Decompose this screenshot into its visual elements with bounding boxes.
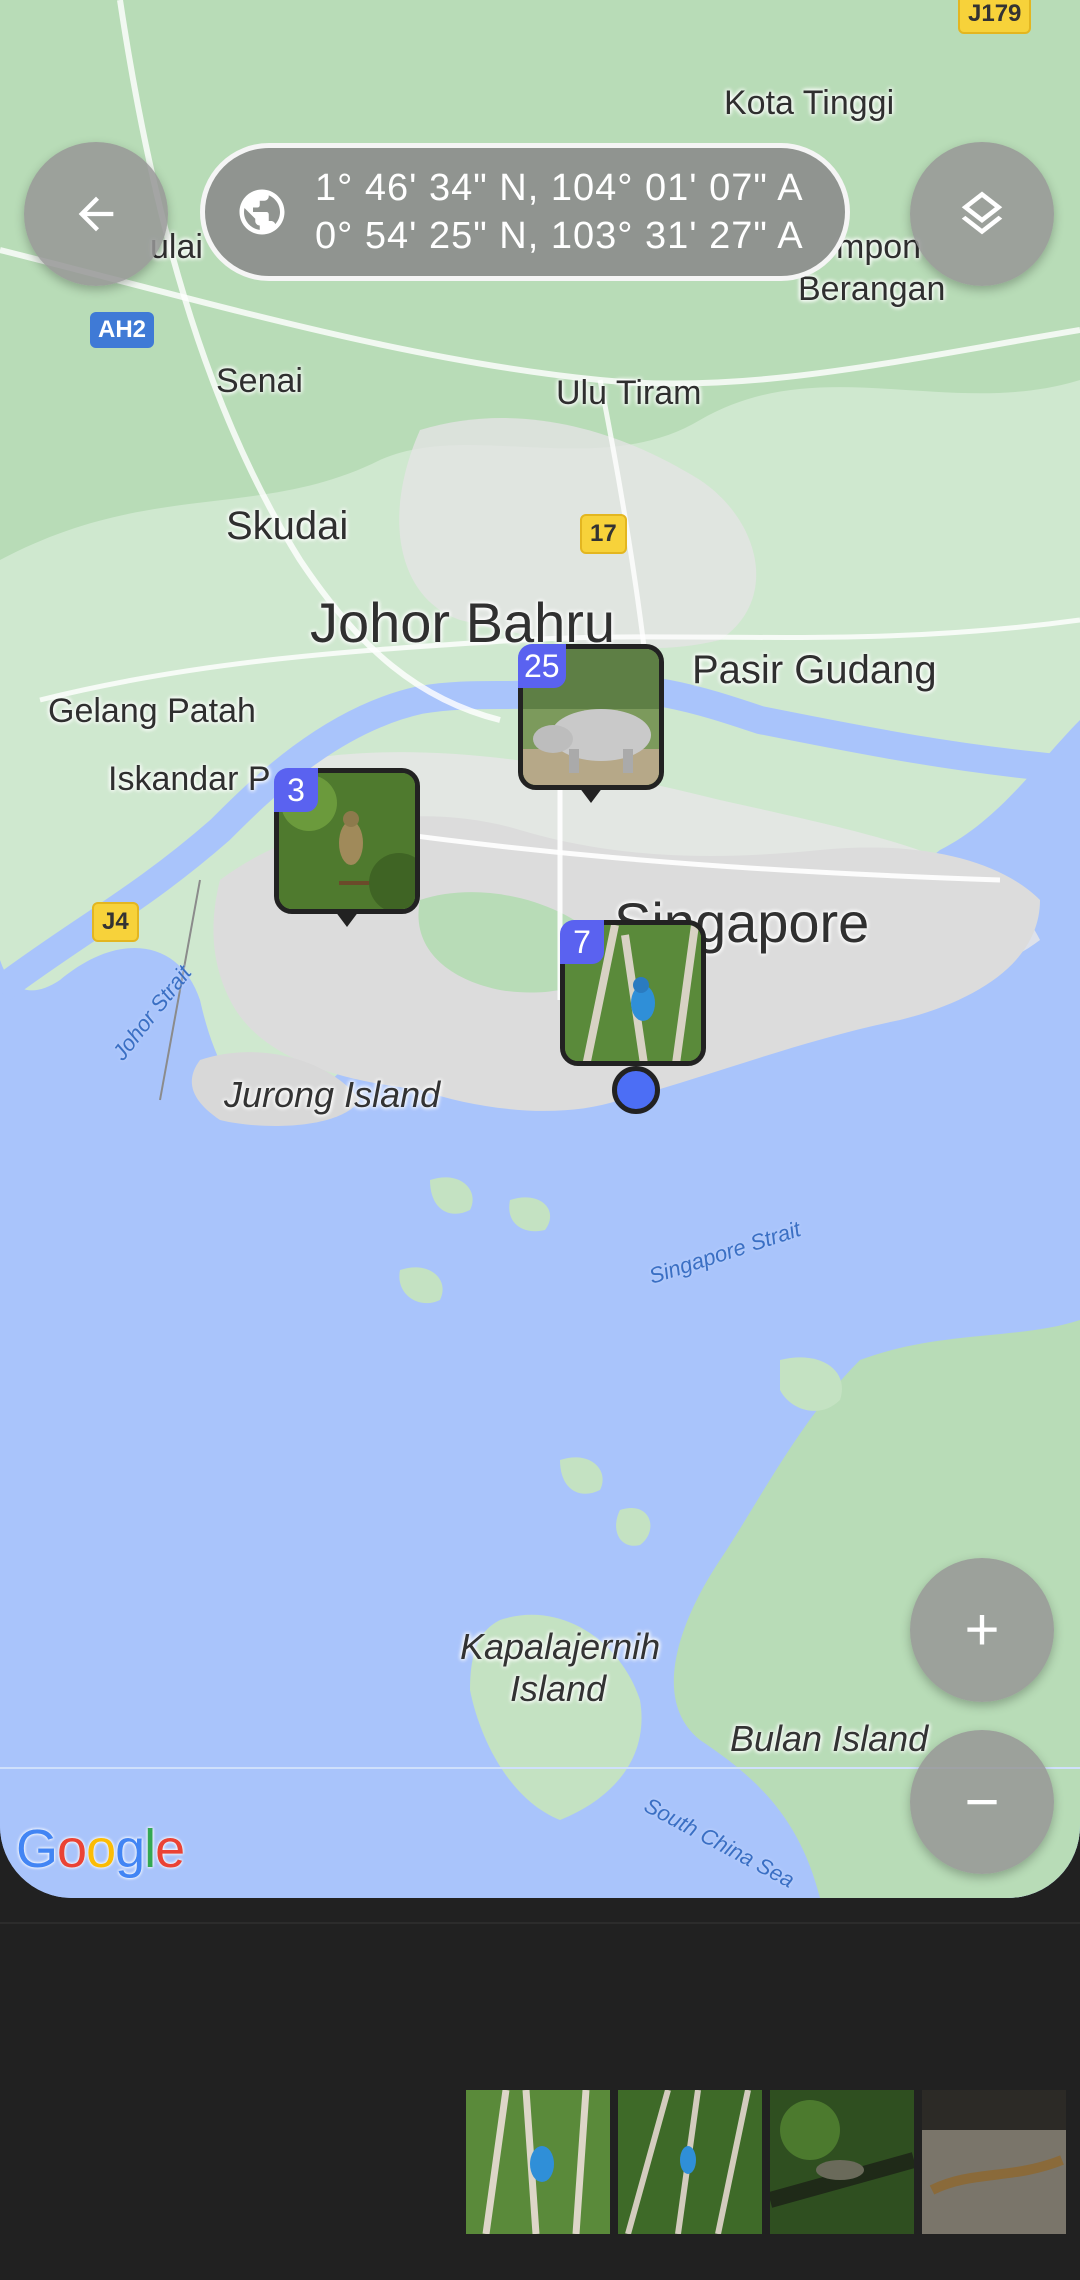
place-kapalajernih: Kapalajernih bbox=[460, 1626, 661, 1667]
zoom-in-button[interactable]: + bbox=[910, 1558, 1054, 1702]
map-layers-button[interactable] bbox=[910, 142, 1054, 286]
road-badge-17: 17 bbox=[580, 514, 627, 554]
cluster-pointer bbox=[335, 911, 359, 927]
cluster-count-badge: 3 bbox=[274, 768, 318, 812]
zoom-out-button[interactable]: − bbox=[910, 1730, 1054, 1874]
road-badge-j4: J4 bbox=[92, 902, 139, 942]
globe-icon bbox=[239, 189, 285, 235]
coordinates-text: 1° 46' 34" N, 104° 01' 07" A 0° 54' 25" … bbox=[315, 164, 804, 260]
layers-icon bbox=[961, 191, 1003, 235]
arrow-left-icon bbox=[78, 196, 114, 232]
photo-thumbnail[interactable] bbox=[922, 2090, 1066, 2234]
place-gelang-patah: Gelang Patah bbox=[48, 692, 256, 730]
road-badge-j179: J179 bbox=[958, 0, 1032, 34]
photo-strip[interactable] bbox=[466, 2090, 1066, 2234]
photo-cluster-rhino[interactable]: 25 bbox=[518, 644, 664, 803]
photo-thumbnail[interactable] bbox=[770, 2090, 914, 2234]
place-skudai: Skudai bbox=[226, 504, 349, 548]
place-jurong-island: Jurong Island bbox=[224, 1074, 441, 1115]
coordinates-chip[interactable]: 1° 46' 34" N, 104° 01' 07" A 0° 54' 25" … bbox=[200, 143, 850, 281]
place-pasir-gudang: Pasir Gudang bbox=[692, 648, 937, 692]
back-button[interactable] bbox=[24, 142, 168, 286]
cluster-count-badge: 25 bbox=[518, 644, 566, 688]
place-ulu-tiram: Ulu Tiram bbox=[556, 374, 702, 412]
place-berangan: Berangan bbox=[798, 270, 946, 308]
divider bbox=[0, 1922, 1080, 1924]
place-iskandar: Iskandar P bbox=[108, 760, 271, 798]
place-kampong: mpon bbox=[836, 228, 922, 266]
photo-thumbnail[interactable] bbox=[618, 2090, 762, 2234]
current-location-marker bbox=[612, 1066, 660, 1114]
plus-icon: + bbox=[964, 1596, 1000, 1663]
coordinates-line-2: 0° 54' 25" N, 103° 31' 27" A bbox=[315, 215, 804, 257]
place-bulan-island: Bulan Island bbox=[730, 1718, 929, 1759]
map-view[interactable]: Kota Tinggi ulai mpon Berangan Senai Ulu… bbox=[0, 0, 1080, 1898]
coordinates-line-1: 1° 46' 34" N, 104° 01' 07" A bbox=[315, 167, 804, 209]
google-attribution: Google bbox=[16, 1819, 185, 1879]
photo-thumbnail[interactable] bbox=[466, 2090, 610, 2234]
cluster-count-badge: 7 bbox=[560, 920, 604, 964]
minus-icon: − bbox=[964, 1768, 1000, 1835]
place-kota-tinggi: Kota Tinggi bbox=[724, 84, 895, 122]
photo-cluster-bird[interactable]: 3 bbox=[274, 768, 420, 927]
road-badge-ah2: AH2 bbox=[90, 312, 155, 348]
place-kapalajernih-island: Island bbox=[510, 1668, 607, 1709]
cluster-pointer bbox=[579, 787, 603, 803]
place-senai: Senai bbox=[216, 362, 303, 400]
photo-cluster-kingfisher[interactable]: 7 bbox=[560, 920, 706, 1066]
